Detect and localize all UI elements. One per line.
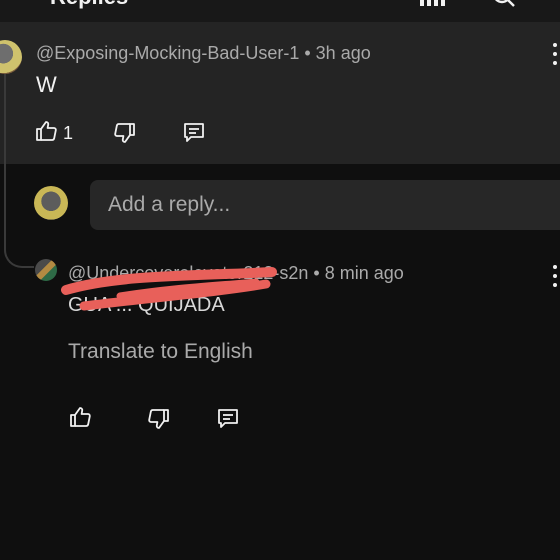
more-icon[interactable] <box>552 43 558 65</box>
comment-author-line[interactable]: @Exposing-Mocking-Bad-User-1 • 3h ago <box>36 43 371 64</box>
redaction-scribble <box>61 267 277 311</box>
reply-icon[interactable] <box>181 120 207 149</box>
thread-connector <box>4 60 34 268</box>
thumbs-down-icon[interactable] <box>146 407 172 436</box>
search-icon[interactable] <box>492 0 515 8</box>
top-bar: Replies <box>0 0 560 22</box>
translate-link[interactable]: Translate to English <box>68 340 253 364</box>
more-icon[interactable] <box>552 265 558 287</box>
avatar <box>34 186 68 220</box>
comment-text: W <box>36 72 57 97</box>
thumbs-up-icon[interactable] <box>67 405 93 434</box>
filter-icon[interactable] <box>418 0 445 8</box>
thumbs-down-icon[interactable] <box>112 121 138 150</box>
thumbs-up-icon[interactable] <box>33 119 59 148</box>
reply-icon[interactable] <box>215 406 241 435</box>
avatar[interactable] <box>35 259 57 281</box>
page-title: Replies <box>50 0 128 10</box>
reply-placeholder: Add a reply... <box>108 193 231 216</box>
like-count: 1 <box>63 123 74 143</box>
reply-input[interactable]: Add a reply... <box>90 180 560 230</box>
